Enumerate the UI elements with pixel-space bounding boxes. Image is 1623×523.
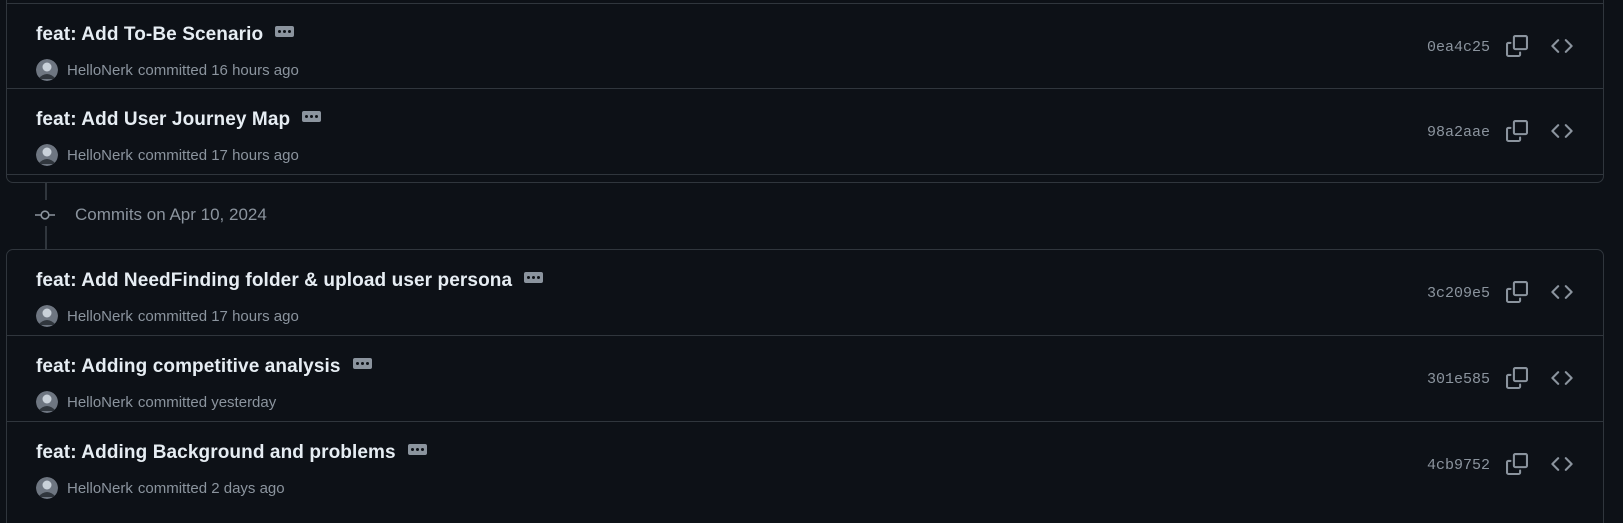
avatar[interactable] bbox=[36, 391, 58, 413]
code-icon[interactable] bbox=[1550, 452, 1574, 476]
timeline-line-upper bbox=[45, 182, 47, 200]
git-commit-icon bbox=[35, 210, 55, 220]
commit-sha-link[interactable]: 98a2aae bbox=[1427, 89, 1490, 175]
commit-row: feat: Add User Journey Map HelloNerk com… bbox=[7, 89, 1603, 175]
commit-sha-link[interactable]: 0ea4c25 bbox=[1427, 4, 1490, 90]
code-icon[interactable] bbox=[1550, 119, 1574, 143]
commit-sha-link[interactable]: 3c209e5 bbox=[1427, 250, 1490, 336]
code-icon[interactable] bbox=[1550, 280, 1574, 304]
commit-row: feat: Add To-Be Scenario HelloNerk commi… bbox=[7, 3, 1603, 89]
commit-row: feat: Adding Background and problems Hel… bbox=[7, 422, 1603, 508]
kebab-horizontal-icon[interactable] bbox=[302, 110, 322, 122]
code-icon[interactable] bbox=[1550, 366, 1574, 390]
avatar[interactable] bbox=[36, 59, 58, 81]
commit-time: committed 17 hours ago bbox=[137, 307, 299, 325]
commit-author-link[interactable]: HelloNerk bbox=[67, 480, 133, 497]
avatar[interactable] bbox=[36, 305, 58, 327]
avatar[interactable] bbox=[36, 477, 58, 499]
commit-group-recent: feat: Add To-Be Scenario HelloNerk commi… bbox=[6, 0, 1604, 183]
commit-title-link[interactable]: feat: Add To-Be Scenario bbox=[36, 24, 263, 46]
commit-author-link[interactable]: HelloNerk bbox=[67, 308, 133, 325]
code-icon[interactable] bbox=[1550, 34, 1574, 58]
commit-author-link[interactable]: HelloNerk bbox=[67, 62, 133, 79]
kebab-horizontal-icon[interactable] bbox=[407, 443, 427, 455]
commit-time: committed yesterday bbox=[137, 393, 277, 411]
commits-date-heading: Commits on Apr 10, 2024 bbox=[35, 205, 267, 225]
copy-icon[interactable] bbox=[1505, 280, 1529, 304]
commit-author-link[interactable]: HelloNerk bbox=[67, 147, 133, 164]
commit-title-link[interactable]: feat: Add User Journey Map bbox=[36, 109, 290, 131]
kebab-horizontal-icon[interactable] bbox=[275, 25, 295, 37]
commits-date-label: Commits on Apr 10, 2024 bbox=[75, 205, 267, 224]
commit-time: committed 16 hours ago bbox=[137, 61, 299, 79]
copy-icon[interactable] bbox=[1505, 119, 1529, 143]
copy-icon[interactable] bbox=[1505, 34, 1529, 58]
commit-row: feat: Adding competitive analysis HelloN… bbox=[7, 336, 1603, 422]
commit-time: committed 17 hours ago bbox=[137, 146, 299, 164]
avatar[interactable] bbox=[36, 144, 58, 166]
timeline-line-lower bbox=[45, 226, 47, 249]
commit-time: committed 2 days ago bbox=[137, 479, 285, 497]
commit-author-link[interactable]: HelloNerk bbox=[67, 394, 133, 411]
commit-history-page: feat: Add To-Be Scenario HelloNerk commi… bbox=[0, 0, 1623, 523]
kebab-horizontal-icon[interactable] bbox=[524, 271, 544, 283]
commit-row: feat: Add NeedFinding folder & upload us… bbox=[7, 250, 1603, 336]
copy-icon[interactable] bbox=[1505, 366, 1529, 390]
commit-group-apr-10-2024: feat: Add NeedFinding folder & upload us… bbox=[6, 249, 1604, 523]
commit-sha-link[interactable]: 4cb9752 bbox=[1427, 422, 1490, 508]
commit-sha-link[interactable]: 301e585 bbox=[1427, 336, 1490, 422]
commit-title-link[interactable]: feat: Adding Background and problems bbox=[36, 442, 396, 464]
kebab-horizontal-icon[interactable] bbox=[352, 357, 372, 369]
copy-icon[interactable] bbox=[1505, 452, 1529, 476]
commit-title-link[interactable]: feat: Adding competitive analysis bbox=[36, 356, 341, 378]
commit-title-link[interactable]: feat: Add NeedFinding folder & upload us… bbox=[36, 270, 512, 292]
